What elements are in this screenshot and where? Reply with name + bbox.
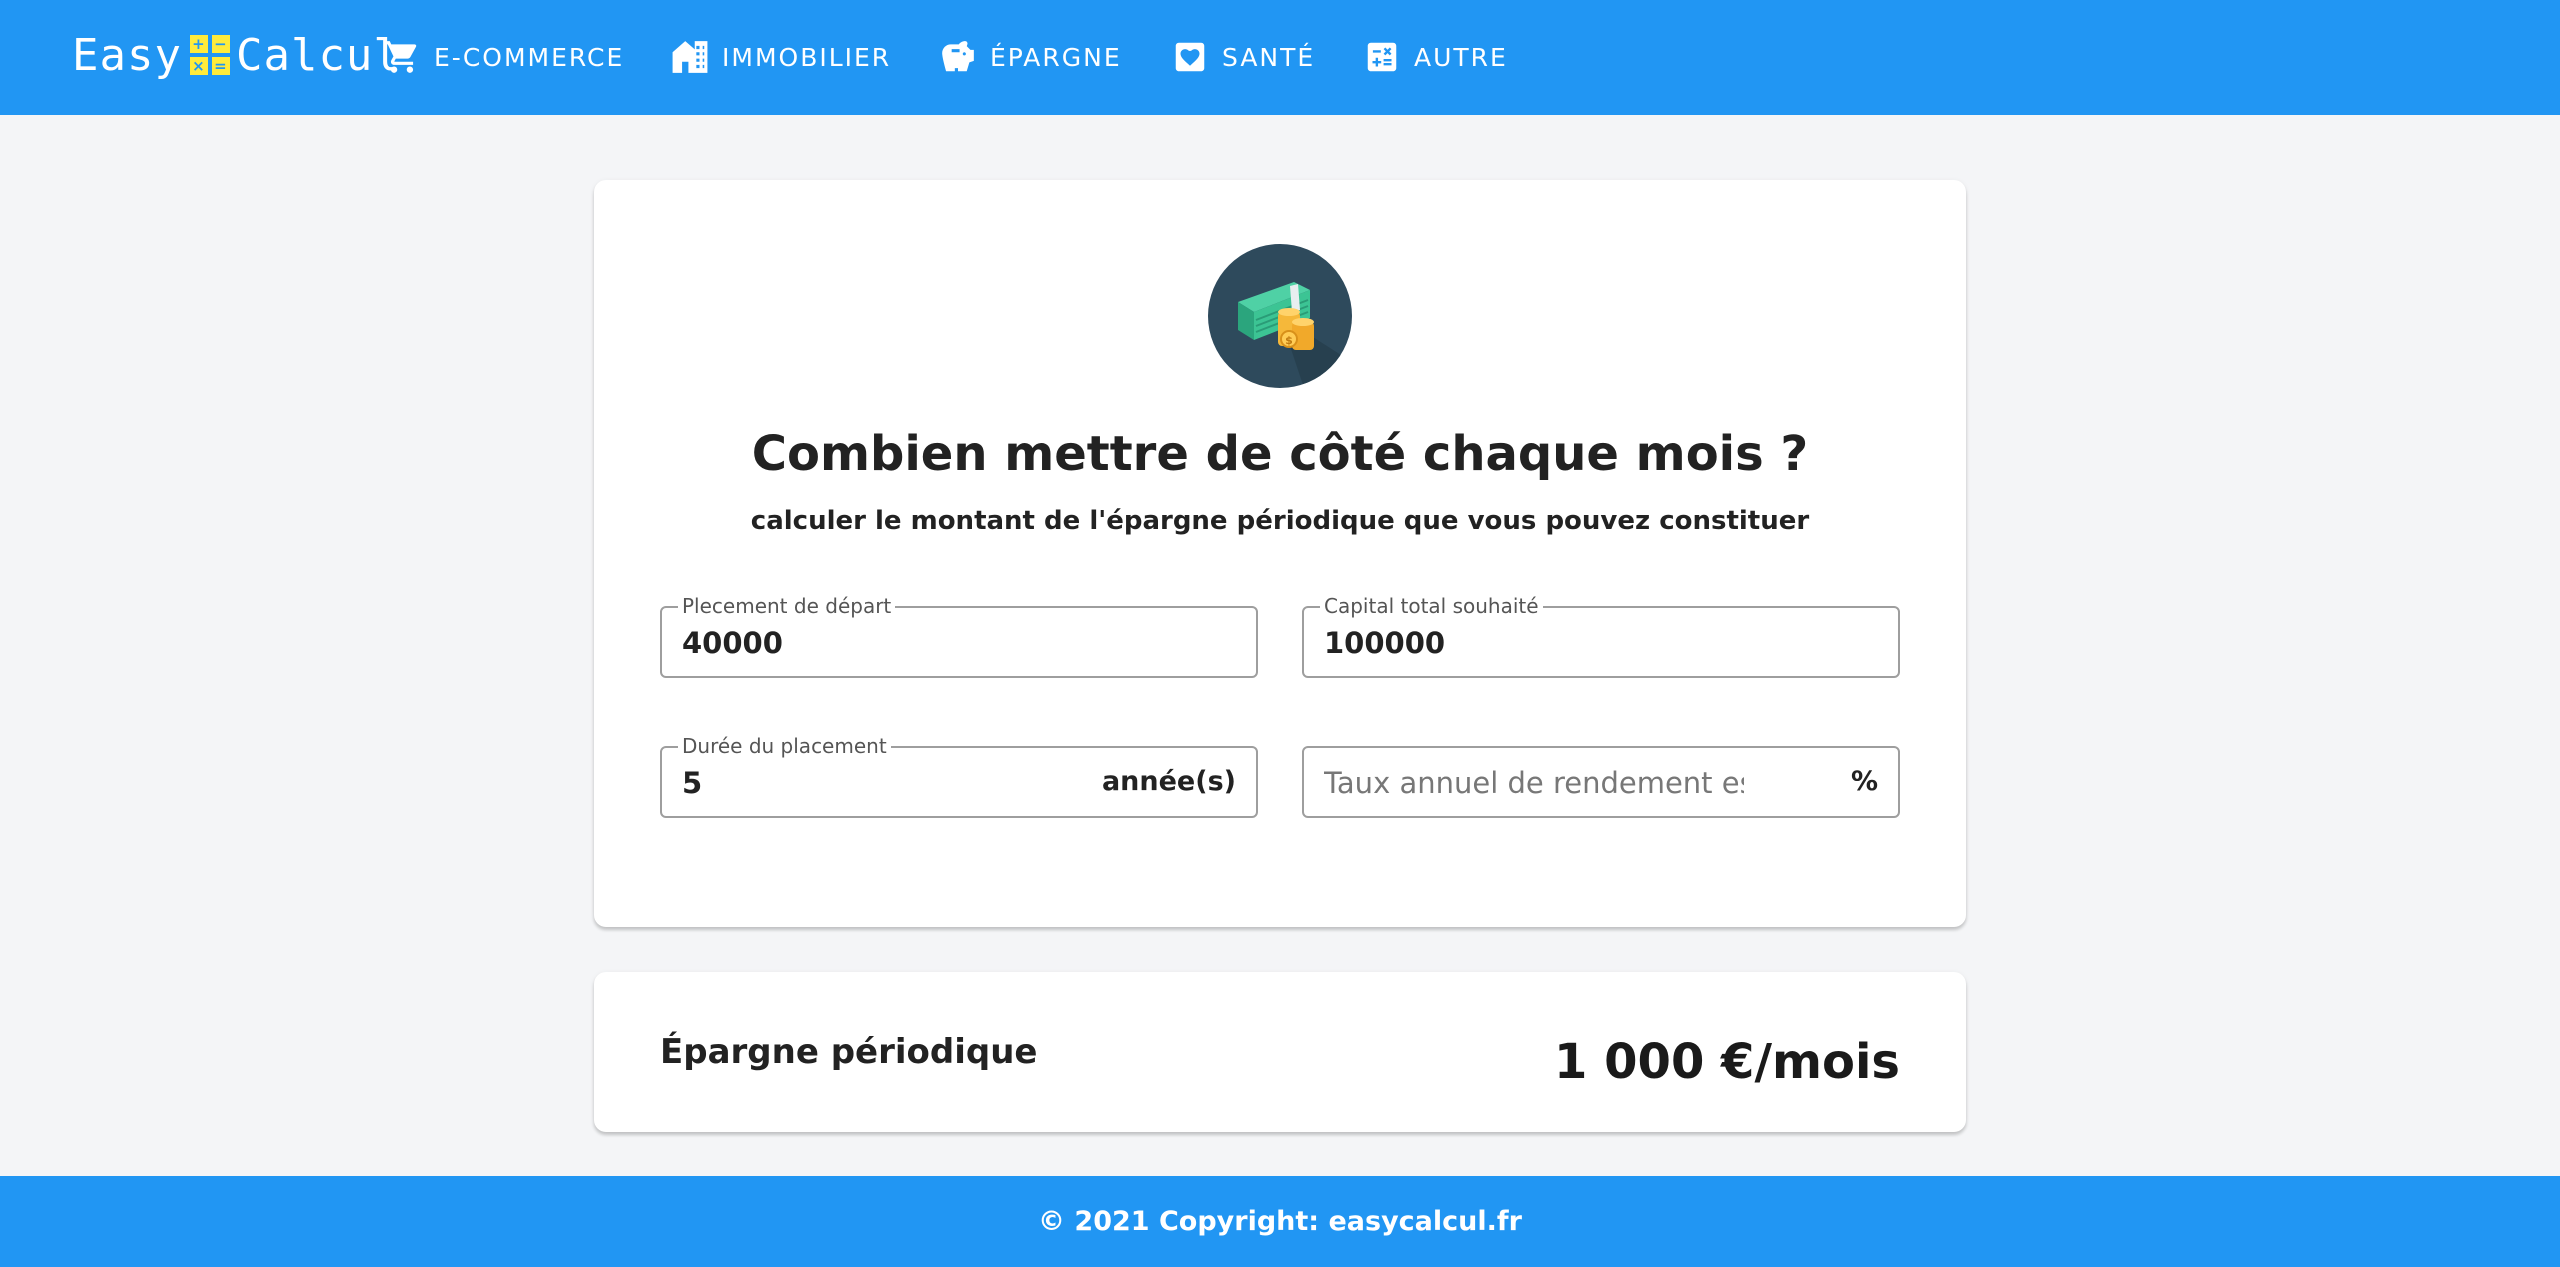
cart-icon xyxy=(382,37,422,77)
calculator-icon xyxy=(1362,37,1402,77)
piggy-bank-icon xyxy=(938,37,978,77)
target-capital-field[interactable]: Capital total souhaité xyxy=(1302,592,1900,678)
rate-field[interactable]: % xyxy=(1302,746,1900,818)
result-value: 1 000 €/mois xyxy=(1554,1034,1900,1090)
initial-investment-label: Plecement de départ xyxy=(678,592,896,620)
rate-input[interactable] xyxy=(1324,766,1744,800)
duration-input[interactable] xyxy=(682,766,1102,800)
nav-label-immobilier: IMMOBILIER xyxy=(722,42,892,72)
top-navbar: Easy + − × = Calcul E-COMMERCE IMMOBILIE… xyxy=(0,0,2560,115)
nav-item-immobilier[interactable]: IMMOBILIER xyxy=(670,32,891,82)
duration-label: Durée du placement xyxy=(678,732,891,760)
result-label: Épargne périodique xyxy=(660,1032,1038,1072)
building-icon xyxy=(670,37,710,77)
target-capital-label: Capital total souhaité xyxy=(1320,592,1543,620)
brand-text-right: Calcul xyxy=(235,29,401,81)
nav-item-sante[interactable]: SANTÉ xyxy=(1170,32,1315,82)
rate-unit: % xyxy=(1850,766,1878,797)
calculator-logo-icon: + − × = xyxy=(189,35,230,75)
heart-icon xyxy=(1170,37,1210,77)
result-card: Épargne périodique 1 000 €/mois xyxy=(594,972,1966,1132)
duration-unit: année(s) xyxy=(1101,766,1236,797)
nav-label-ecommerce: E-COMMERCE xyxy=(434,42,625,72)
nav-label-sante: SANTÉ xyxy=(1222,42,1316,72)
nav-item-autre[interactable]: AUTRE xyxy=(1362,32,1508,82)
brand-logo[interactable]: Easy + − × = Calcul xyxy=(72,29,401,81)
target-capital-input[interactable] xyxy=(1324,626,1744,660)
initial-investment-field[interactable]: Plecement de départ xyxy=(660,592,1258,678)
copyright-text: © 2021 Copyright: easycalcul.fr xyxy=(1038,1206,1522,1237)
nav-item-epargne[interactable]: ÉPARGNE xyxy=(938,32,1122,82)
initial-investment-input[interactable] xyxy=(682,626,1102,660)
nav-item-ecommerce[interactable]: E-COMMERCE xyxy=(382,32,624,82)
page-subtitle: calculer le montant de l'épargne périodi… xyxy=(750,506,1810,536)
nav-label-autre: AUTRE xyxy=(1414,42,1508,72)
footer: © 2021 Copyright: easycalcul.fr xyxy=(0,1176,2560,1267)
nav-label-epargne: ÉPARGNE xyxy=(990,42,1122,72)
money-icon: $ xyxy=(1208,244,1352,388)
calculator-card: $ Combien mettre de côté chaque mois ? c… xyxy=(594,180,1966,927)
svg-text:$: $ xyxy=(1285,334,1293,347)
page-title: Combien mettre de côté chaque mois ? xyxy=(751,426,1809,482)
duration-field[interactable]: Durée du placement année(s) xyxy=(660,732,1258,818)
brand-text-left: Easy xyxy=(72,29,182,81)
